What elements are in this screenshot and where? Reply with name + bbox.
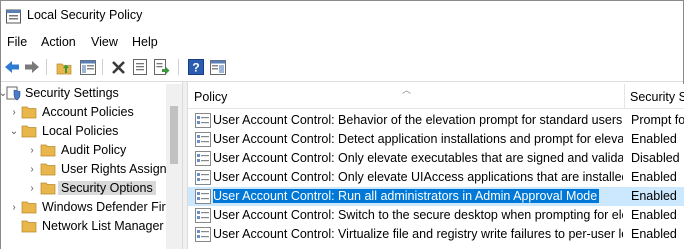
policy-icon <box>195 151 211 166</box>
delete-icon[interactable] <box>109 58 127 76</box>
svg-text:?: ? <box>192 61 199 75</box>
up-folder-icon[interactable] <box>55 58 73 76</box>
toolbar: ? <box>1 54 683 82</box>
title-bar[interactable]: Local Security Policy <box>1 1 683 33</box>
list-item[interactable]: User Account Control: Only elevate UIAcc… <box>188 168 684 187</box>
tree-item-label: Windows Defender Fire <box>42 200 173 214</box>
column-header-policy[interactable]: Policy <box>194 90 227 104</box>
column-divider[interactable] <box>624 84 625 109</box>
policy-setting: Enabled <box>631 227 677 241</box>
menu-file[interactable]: File <box>7 35 27 49</box>
policy-name-highlight: User Account Control: Run all administra… <box>213 189 600 203</box>
policy-icon <box>195 189 211 204</box>
back-arrow-icon[interactable] <box>3 58 21 76</box>
folder-icon <box>21 125 37 138</box>
policy-name: User Account Control: Detect application… <box>213 132 623 146</box>
folder-icon <box>40 182 56 195</box>
tree-item-label: Audit Policy <box>61 143 127 157</box>
list-item[interactable]: User Account Control: Switch to the secu… <box>188 206 684 225</box>
list-item[interactable]: User Account Control: Detect application… <box>188 130 684 149</box>
toolbar-separator <box>46 59 47 75</box>
tree-scrollbar-thumb[interactable] <box>170 106 178 164</box>
list-item[interactable]: User Account Control: Virtualize file an… <box>188 225 684 244</box>
tree-item-label: User Rights Assignm <box>61 162 178 176</box>
folder-icon <box>40 144 56 157</box>
toolbar-separator <box>178 59 179 75</box>
shield-icon <box>6 86 21 101</box>
show-hide-tree-icon[interactable] <box>79 58 97 76</box>
properties-icon[interactable] <box>131 58 149 76</box>
policy-icon <box>195 227 211 242</box>
list-item[interactable]: User Account Control: Behavior of the el… <box>188 111 684 130</box>
folder-icon <box>21 201 37 214</box>
policy-icon <box>195 132 211 147</box>
policy-setting: Enabled <box>631 208 677 222</box>
policy-setting: Disabled <box>631 151 680 165</box>
folder-icon <box>40 163 56 176</box>
tree-item-label: Network List Manager P <box>42 219 176 233</box>
sort-ascending-icon: ︿ <box>402 85 412 95</box>
chevron-right-icon[interactable]: › <box>26 180 38 196</box>
help-icon[interactable]: ? <box>187 58 205 76</box>
policy-icon <box>195 113 211 128</box>
export-list-icon[interactable] <box>153 58 171 76</box>
chevron-right-icon[interactable]: › <box>8 199 20 215</box>
policy-setting: Prompt fo <box>631 113 684 127</box>
policy-name: User Account Control: Virtualize file an… <box>213 227 623 241</box>
console-tree[interactable]: ⌄ Security Settings › Account Policies ⌄… <box>1 84 182 249</box>
list-item-selected[interactable]: User Account Control: Run all administra… <box>188 187 684 206</box>
tree-scrollbar[interactable] <box>166 84 182 249</box>
tree-item-label: Security Options <box>58 181 156 195</box>
policy-icon <box>195 170 211 185</box>
menu-help[interactable]: Help <box>132 35 158 49</box>
local-security-policy-window: Local Security Policy File Action View H… <box>0 0 684 249</box>
policy-name: User Account Control: Run all administra… <box>213 189 623 203</box>
list-header: ︿ Policy Security Se <box>188 84 684 109</box>
policy-name: User Account Control: Only elevate UIAcc… <box>213 170 623 184</box>
toolbar-separator <box>102 59 103 75</box>
policy-setting: Enabled <box>631 132 677 146</box>
list-item[interactable]: User Account Control: Only elevate execu… <box>188 149 684 168</box>
tree-item-label: Local Policies <box>42 124 119 138</box>
folder-icon <box>21 220 37 233</box>
security-policy-icon <box>6 9 21 24</box>
forward-arrow-icon[interactable] <box>23 58 41 76</box>
policy-setting: Enabled <box>631 170 677 184</box>
column-header-security-setting[interactable]: Security Se <box>630 90 684 104</box>
menu-view[interactable]: View <box>91 35 118 49</box>
policy-icon <box>195 208 211 223</box>
policy-name: User Account Control: Switch to the secu… <box>213 208 623 222</box>
policy-name: User Account Control: Only elevate execu… <box>213 151 623 165</box>
window-title: Local Security Policy <box>27 8 143 22</box>
chevron-down-icon[interactable]: ⌄ <box>8 123 20 139</box>
chevron-right-icon[interactable]: › <box>8 104 20 120</box>
policy-name: User Account Control: Behavior of the el… <box>213 113 623 127</box>
tree-item-label: Security Settings <box>25 86 119 100</box>
chevron-right-icon[interactable]: › <box>26 161 38 177</box>
chevron-right-icon[interactable]: › <box>26 142 38 158</box>
tree-item-label: Account Policies <box>42 105 134 119</box>
menu-action[interactable]: Action <box>41 35 76 49</box>
menu-bar: File Action View Help <box>1 33 683 53</box>
policy-setting: Enabled <box>631 189 677 203</box>
folder-icon <box>21 106 37 119</box>
policy-list[interactable]: ︿ Policy Security Se User Account Contro… <box>188 84 684 249</box>
show-action-pane-icon[interactable] <box>209 58 227 76</box>
